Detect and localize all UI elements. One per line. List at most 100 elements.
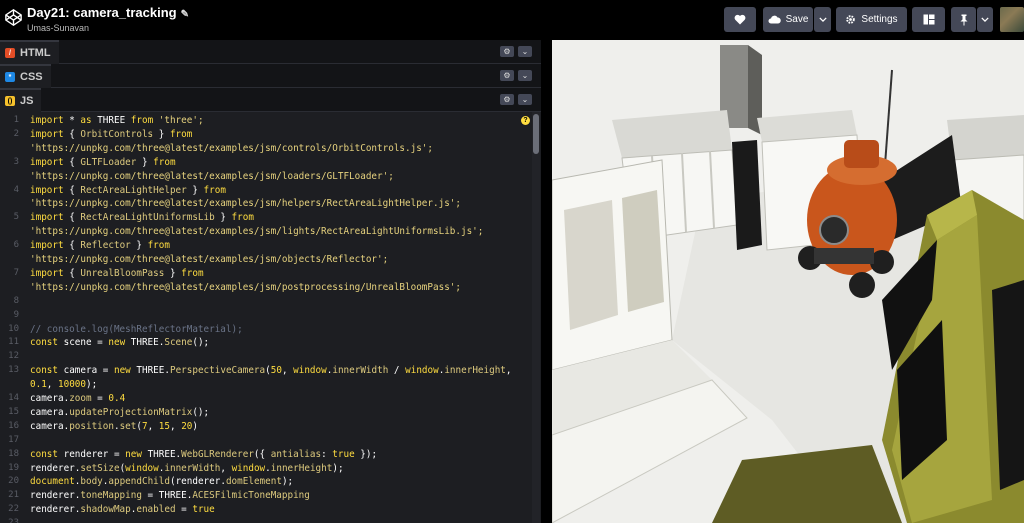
code-token: THREE. [141,448,182,460]
code-line[interactable]: renderer.setSize(window.innerWidth, wind… [30,463,344,474]
code-token: { [63,128,81,140]
css-editor-tab[interactable]: * CSS [0,64,51,88]
pen-title-text: Day21: camera_tracking [27,5,177,20]
code-token: as [80,115,92,126]
love-button[interactable] [724,7,756,32]
html-editor-header[interactable]: / HTML ⚙ ⌄ [0,40,541,64]
save-options-button[interactable] [814,7,831,32]
css-settings-button[interactable]: ⚙ [500,70,514,81]
code-token: setSize [80,462,120,474]
code-token: import [30,212,64,224]
code-line[interactable]: import { Reflector } from [30,240,170,251]
code-token: 'https://unpkg.com/three@latest/examples… [30,198,461,210]
code-token: camera. [30,393,70,404]
line-number: 22 [8,504,19,515]
code-line[interactable]: renderer.toneMapping = THREE.ACESFilmicT… [30,490,310,501]
code-token: new [108,337,126,349]
line-number: 11 [8,337,19,348]
code-token: (); [192,337,210,349]
author-name[interactable]: Umas-Sunavan [27,23,89,33]
code-token: true [332,448,355,460]
code-line[interactable]: import { RectAreaLightHelper } from [30,185,226,196]
code-line[interactable]: const scene = new THREE.Scene(); [30,337,209,348]
code-line[interactable]: 'https://unpkg.com/three@latest/examples… [30,254,388,265]
code-token: } [186,184,204,196]
settings-button[interactable]: Settings [836,7,907,32]
change-view-button[interactable] [912,7,945,32]
code-line[interactable]: 'https://unpkg.com/three@latest/examples… [30,226,483,237]
line-number: 5 [13,212,19,223]
code-token: ); [86,379,98,391]
code-line[interactable]: const renderer = new THREE.WebGLRenderer… [30,449,377,460]
help-icon[interactable]: ? [521,116,530,125]
code-line[interactable]: const camera = new THREE.PerspectiveCame… [30,365,512,376]
pin-button[interactable] [951,7,976,32]
code-token: import [30,156,64,168]
line-number: 9 [13,309,19,320]
code-line[interactable]: 'https://unpkg.com/three@latest/examples… [30,143,433,154]
chevron-down-icon [981,17,989,22]
code-token: { [63,212,81,224]
save-button[interactable]: Save [763,7,813,32]
editor-scrollbar-thumb[interactable] [533,114,539,154]
html-collapse-button[interactable]: ⌄ [518,46,532,57]
code-token: document [30,476,75,488]
js-icon: () [5,96,15,106]
line-number: 23 [0,518,19,523]
code-line[interactable]: 'https://unpkg.com/three@latest/examples… [30,198,461,209]
code-line[interactable]: 'https://unpkg.com/three@latest/examples… [30,282,461,293]
js-editor-tab[interactable]: () JS [0,88,42,112]
code-line[interactable]: // console.log(MeshReflectorMaterial); [30,324,243,335]
3d-scene-render[interactable] [552,40,1024,523]
code-line[interactable]: import { RectAreaLightUniformsLib } from [30,212,254,223]
code-line[interactable]: camera.position.set(7, 15, 20) [30,421,198,432]
line-number: 4 [13,184,19,195]
code-token: ) [192,420,199,432]
line-number: 17 [8,434,19,445]
css-collapse-button[interactable]: ⌄ [518,70,532,81]
code-line[interactable]: 0.1, 10000); [30,379,97,390]
codepen-logo-icon[interactable] [5,9,22,26]
code-token: new [125,448,142,460]
code-token: new [113,365,131,377]
code-token: 'https://unpkg.com/three@latest/examples… [30,281,461,293]
code-token: } [214,212,232,224]
html-settings-button[interactable]: ⚙ [500,46,514,57]
pin-options-button[interactable] [977,7,993,32]
code-line[interactable]: import * as THREE from 'three'; [30,115,204,126]
js-code-editor[interactable]: 123456789101112131415161718192021222324 … [0,112,541,523]
code-token: 10000 [58,379,86,391]
js-editor-header[interactable]: () JS ⚙ ⌄ [0,88,541,112]
code-line[interactable]: import { GLTFLoader } from [30,157,176,168]
editor-scrollbar[interactable] [532,112,540,523]
code-token: , [220,462,232,474]
avatar[interactable] [1000,7,1024,32]
cabinet-shadow [732,140,762,250]
code-token: updateProjectionMatrix [69,406,193,418]
code-token: RectAreaLightHelper [80,184,187,196]
html-editor-tab[interactable]: / HTML [0,40,59,64]
code-token: from [147,240,170,252]
code-line[interactable]: renderer.shadowMap.enabled = true [30,504,215,515]
code-line[interactable]: import { OrbitControls } from [30,129,192,140]
code-token: } [136,156,154,168]
code-line[interactable]: camera.updateProjectionMatrix(); [30,407,209,418]
code-token: = THREE. [141,490,193,502]
code-line[interactable]: 'https://unpkg.com/three@latest/examples… [30,171,394,182]
code-line[interactable]: document.body.appendChild(renderer.domEl… [30,476,293,487]
code-token: from [231,212,254,224]
code-line[interactable]: camera.zoom = 0.4 [30,393,125,404]
code-token: , [281,365,294,377]
result-preview[interactable] [552,40,1024,523]
js-collapse-button[interactable]: ⌄ [518,94,532,105]
gear-icon: ⚙ [503,47,511,56]
css-editor-header[interactable]: * CSS ⚙ ⌄ [0,64,541,88]
pencil-icon[interactable]: ✎ [181,9,189,20]
pen-title[interactable]: Day21: camera_tracking ✎ [27,5,189,20]
js-settings-button[interactable]: ⚙ [500,94,514,105]
pane-resize-handle[interactable] [541,40,552,523]
top-header: Day21: camera_tracking ✎ Umas-Sunavan Sav… [0,0,1024,40]
code-line[interactable]: import { UnrealBloomPass } from [30,268,204,279]
code-token: import [30,240,64,252]
code-token: ); [281,476,294,488]
